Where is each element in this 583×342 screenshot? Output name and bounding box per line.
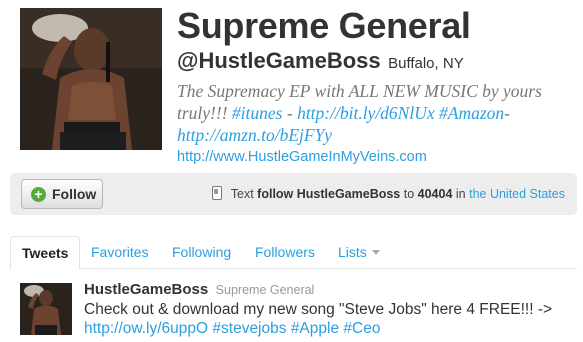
tab-lists[interactable]: Lists: [338, 236, 380, 269]
sms-to: to: [400, 187, 418, 201]
sms-follow-hint: Text follow HustleGameBoss to 40404 in t…: [211, 186, 565, 201]
tweet-link[interactable]: http://ow.ly/6uppO: [84, 320, 208, 337]
profile-avatar[interactable]: [20, 8, 162, 150]
sms-prefix: Text: [227, 187, 258, 201]
hashtag-ceo-link[interactable]: #Ceo: [343, 320, 380, 337]
hashtag-itunes-link[interactable]: #itunes: [232, 103, 283, 123]
hashtag-amazon-link[interactable]: #Amazon: [439, 103, 504, 123]
tab-favorites[interactable]: Favorites: [91, 236, 149, 269]
tab-lists-label: Lists: [338, 244, 367, 260]
tweet-avatar[interactable]: [20, 283, 72, 335]
tweet-header: HustleGameBoss Supreme General: [84, 280, 583, 300]
hashtag-stevejobs-link[interactable]: #stevejobs: [212, 320, 286, 337]
performer-photo: [20, 8, 162, 150]
bio: The Supremacy EP with ALL NEW MUSIC by y…: [177, 80, 577, 146]
tab-followers[interactable]: Followers: [255, 236, 315, 269]
website-link[interactable]: http://www.HustleGameInMyVeins.com: [177, 146, 577, 168]
follow-button[interactable]: + Follow: [21, 179, 103, 209]
tweet: HustleGameBoss Supreme General Check out…: [20, 280, 583, 342]
follow-bar: + Follow Text follow HustleGameBoss to 4…: [10, 173, 577, 215]
tweet-text-content: Check out & download my new song "Steve …: [84, 301, 553, 318]
tweet-body: HustleGameBoss Supreme General Check out…: [84, 280, 583, 338]
bio-link-bitly[interactable]: http://bit.ly/d6NlUx: [297, 103, 435, 123]
tab-tweets[interactable]: Tweets: [10, 236, 81, 270]
tab-following[interactable]: Following: [172, 236, 231, 269]
bio-text: -: [504, 103, 510, 123]
profile-tabs: Tweets Favorites Following Followers Lis…: [10, 236, 577, 270]
profile-info: Supreme General @HustleGameBoss Buffalo,…: [177, 6, 577, 168]
sms-in: in: [452, 187, 470, 201]
hashtag-apple-link[interactable]: #Apple: [291, 320, 339, 337]
phone-icon: [211, 186, 222, 200]
bio-link-amazon[interactable]: http://amzn.to/bEjFYy: [177, 125, 332, 145]
bio-text: -: [282, 103, 298, 123]
sms-command: follow HustleGameBoss: [257, 187, 401, 201]
follow-label: Follow: [52, 186, 97, 202]
sms-number: 40404: [417, 187, 453, 201]
display-name: Supreme General: [177, 5, 471, 46]
performer-photo-thumb: [20, 283, 72, 335]
chevron-down-icon: [371, 250, 380, 255]
tweet-author[interactable]: HustleGameBoss: [84, 281, 208, 298]
location: Buffalo, NY: [388, 55, 464, 72]
tweet-text: Check out & download my new song "Steve …: [84, 300, 583, 338]
screen-name: @HustleGameBoss: [177, 48, 381, 73]
tweet-fullname: Supreme General: [215, 283, 315, 297]
plus-icon: +: [31, 187, 46, 202]
screen-name-line: @HustleGameBoss Buffalo, NY: [177, 48, 577, 77]
sms-country-link[interactable]: the United States: [469, 187, 565, 201]
